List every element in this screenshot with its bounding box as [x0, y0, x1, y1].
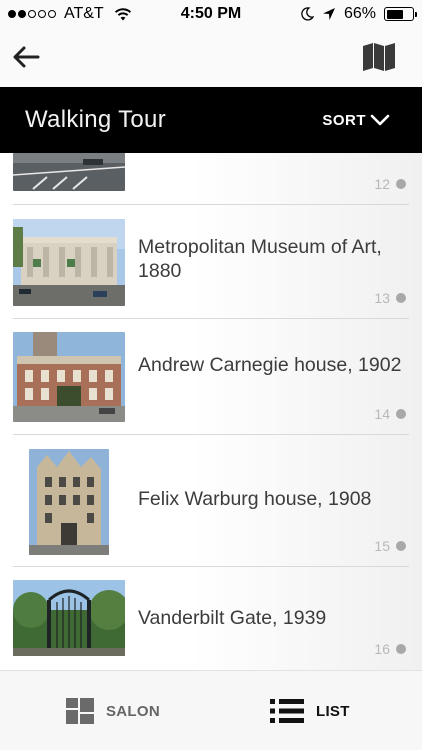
- street-crosswalk-photo: [13, 153, 125, 191]
- battery-fill: [386, 9, 403, 19]
- status-left: AT&T: [8, 5, 132, 23]
- battery-percent: 66%: [343, 5, 376, 22]
- bullet-dot-icon: [396, 293, 406, 303]
- item-number: 15: [374, 538, 406, 554]
- wifi-icon: [114, 8, 131, 21]
- list-item[interactable]: 12: [0, 153, 422, 205]
- list-item[interactable]: Metropolitan Museum of Art, 1880 13: [0, 205, 422, 319]
- item-number-text: 13: [374, 290, 390, 306]
- item-number: 16: [374, 641, 406, 657]
- vanderbilt-gate-photo: [13, 580, 125, 656]
- item-title: Vanderbilt Gate, 1939: [138, 607, 327, 629]
- item-number-text: 12: [374, 176, 390, 192]
- bullet-dot-icon: [396, 541, 406, 551]
- list-item[interactable]: Felix Warburg house, 1908 15: [0, 435, 422, 567]
- bullet-dot-icon: [396, 644, 406, 654]
- tab-salon[interactable]: SALON: [66, 671, 160, 750]
- sort-label: SORT: [322, 111, 366, 129]
- carnegie-house-photo: [13, 332, 125, 422]
- warburg-house-photo: [29, 449, 109, 555]
- tab-list[interactable]: LIST: [270, 671, 350, 750]
- chevron-down-icon: [370, 114, 390, 126]
- list-icon: [270, 699, 304, 723]
- title-bar: Walking Tour SORT: [0, 87, 422, 153]
- item-number-text: 15: [374, 538, 390, 554]
- cell-signal-icon: [8, 10, 56, 18]
- nav-bar: [0, 28, 422, 87]
- status-right: 66%: [300, 5, 417, 23]
- item-number: 14: [374, 406, 406, 422]
- status-bar: AT&T 4:50 PM 66%: [0, 0, 422, 28]
- item-title: Felix Warburg house, 1908: [138, 488, 372, 510]
- list-item[interactable]: Vanderbilt Gate, 1939 16: [0, 567, 422, 670]
- folded-map-icon[interactable]: [362, 42, 396, 72]
- page-title: Walking Tour: [25, 106, 166, 133]
- metropolitan-museum-photo: [13, 219, 125, 306]
- tour-list[interactable]: 12 Metropolitan Museum of Art, 1880 13 A…: [0, 153, 422, 670]
- item-title: Metropolitan Museum of Art, 1880: [138, 236, 382, 282]
- bullet-dot-icon: [396, 409, 406, 419]
- list-item[interactable]: Andrew Carnegie house, 1902 14: [0, 319, 422, 435]
- item-number: 13: [374, 290, 406, 306]
- tab-salon-label: SALON: [106, 702, 160, 720]
- tab-list-label: LIST: [316, 702, 350, 720]
- tab-bar: SALON LIST: [0, 670, 422, 750]
- item-title: Andrew Carnegie house, 1902: [138, 354, 402, 376]
- carrier-name: AT&T: [64, 5, 104, 22]
- location-arrow-icon: [322, 8, 335, 20]
- bullet-dot-icon: [396, 179, 406, 189]
- item-number-text: 14: [374, 406, 390, 422]
- item-number-text: 16: [374, 641, 390, 657]
- item-number: 12: [374, 176, 406, 192]
- sort-button[interactable]: SORT: [322, 112, 390, 129]
- back-arrow-icon[interactable]: [10, 42, 42, 72]
- battery-icon: [384, 7, 417, 21]
- moon-icon: [301, 7, 314, 21]
- grid-tiles-icon: [66, 698, 94, 724]
